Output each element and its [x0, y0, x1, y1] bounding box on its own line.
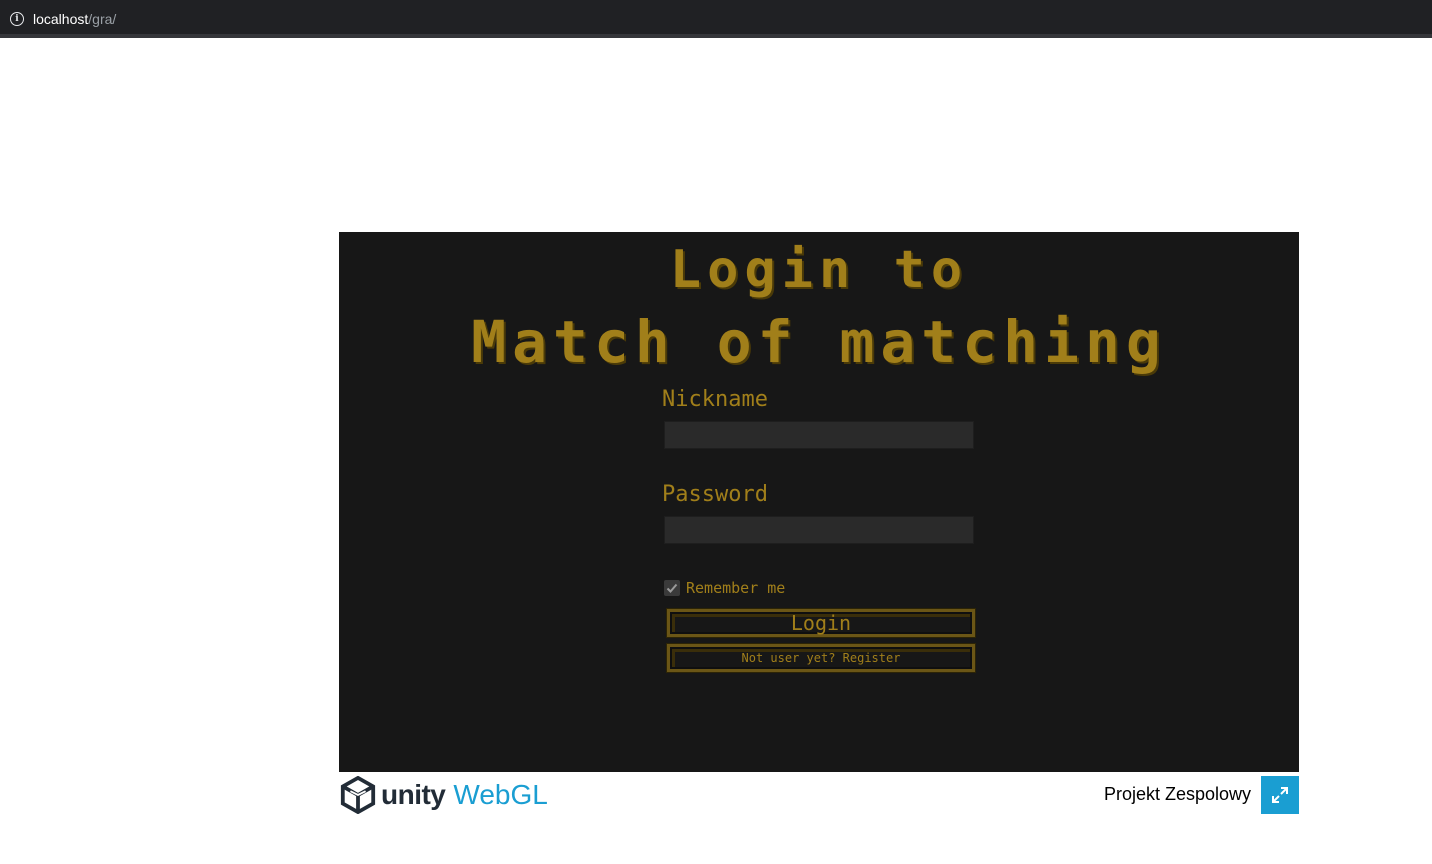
game-title-line2: Match of matching	[471, 308, 1167, 376]
checkmark-icon	[666, 583, 678, 593]
game-title-line1: Login to	[669, 240, 969, 300]
password-field[interactable]	[664, 516, 974, 544]
url-host: localhost	[33, 11, 89, 27]
remember-me-toggle[interactable]: Remember me	[664, 579, 785, 597]
project-title: Projekt Zespolowy	[1103, 784, 1251, 804]
browser-toolbar: i localhost/gra/	[0, 0, 1432, 38]
fullscreen-button[interactable]	[1261, 776, 1299, 814]
remember-me-checkbox[interactable]	[664, 580, 680, 596]
remember-me-label: Remember me	[686, 579, 786, 597]
nickname-label: Nickname	[662, 387, 768, 412]
login-button[interactable]: Login	[666, 608, 976, 638]
unity-cube-icon	[340, 776, 376, 814]
info-icon[interactable]: i	[10, 12, 24, 26]
unity-webgl-logo: unity WebGL	[339, 776, 548, 814]
nickname-field[interactable]	[664, 421, 974, 449]
unity-wordmark: unity	[381, 779, 446, 810]
url-text[interactable]: localhost/gra/	[33, 11, 116, 27]
webgl-footer: unity WebGL Projekt Zespolowy	[339, 772, 1299, 818]
unity-canvas[interactable]: Login to Match of matching Nickname Pass…	[339, 232, 1299, 772]
register-button[interactable]: Not user yet? Register	[666, 643, 976, 673]
address-bar[interactable]: i localhost/gra/	[0, 4, 1432, 34]
webgl-wordmark: WebGL	[453, 779, 548, 810]
fullscreen-icon	[1272, 787, 1288, 803]
password-label: Password	[662, 482, 768, 507]
url-path: /gra/	[88, 11, 117, 27]
